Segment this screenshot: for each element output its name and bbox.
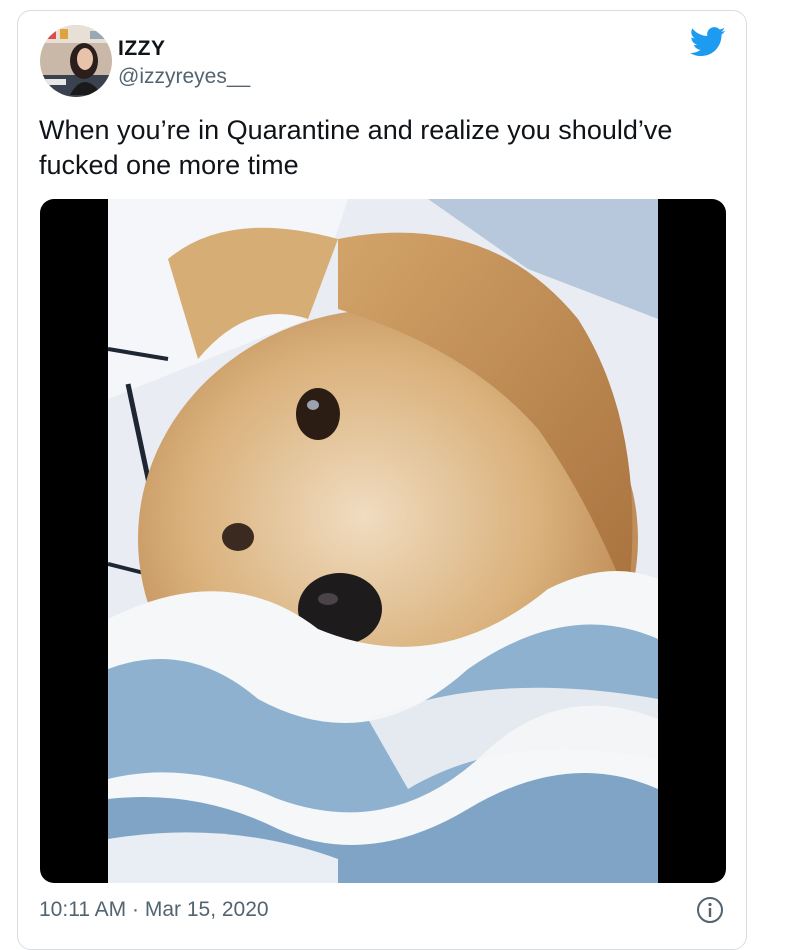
video-frame — [108, 199, 658, 883]
dog-under-blanket-image — [108, 199, 658, 883]
tweet-card[interactable]: IZZY @izzyreyes__ When you’re in Quarant… — [17, 10, 747, 950]
avatar[interactable] — [40, 25, 112, 97]
info-icon[interactable] — [696, 896, 724, 924]
tweet-text: When you’re in Quarantine and realize yo… — [39, 115, 673, 180]
tweet-timestamp[interactable]: 10:11 AM · Mar 15, 2020 — [39, 898, 269, 922]
author-display-name[interactable]: IZZY — [118, 37, 166, 61]
tweet-video[interactable] — [40, 199, 726, 883]
twitter-bird-icon[interactable] — [690, 27, 726, 57]
avatar-image — [40, 25, 112, 97]
author-handle[interactable]: @izzyreyes__ — [118, 65, 250, 89]
